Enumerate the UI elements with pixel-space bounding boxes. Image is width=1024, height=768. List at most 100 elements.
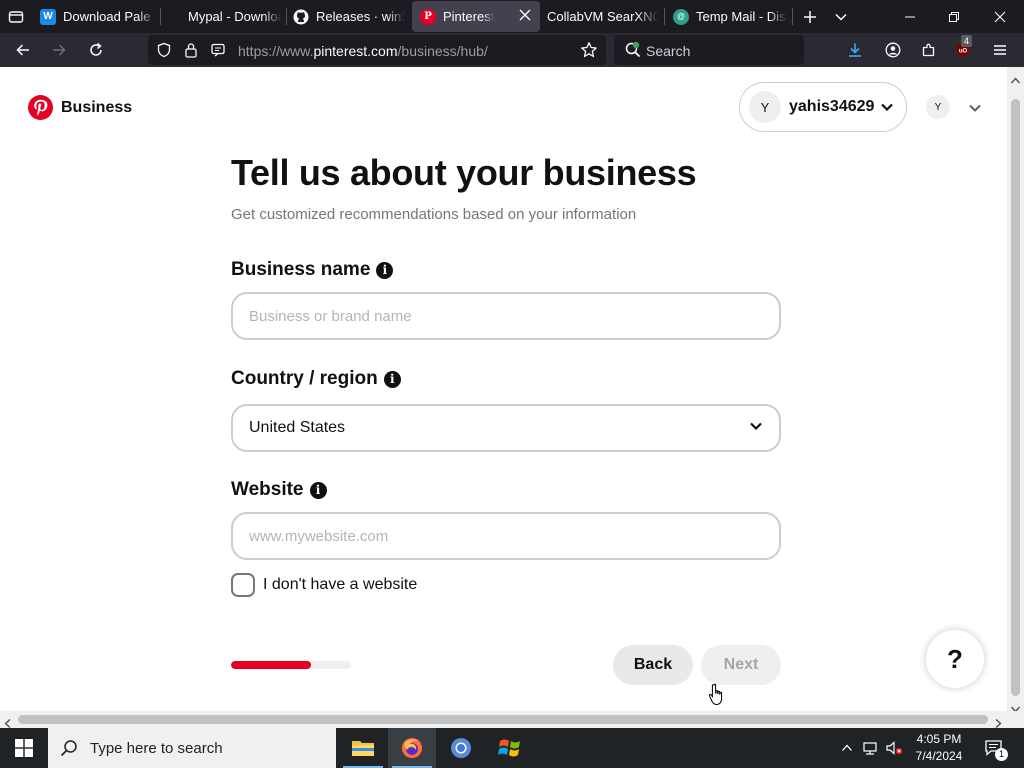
avatar-small[interactable]: Y xyxy=(926,95,950,119)
browser-navbar: https://www.pinterest.com/business/hub/ … xyxy=(0,33,1024,67)
tempmail-icon: @ xyxy=(673,8,689,25)
next-button[interactable]: Next xyxy=(701,645,781,685)
notifications-icon[interactable]: 1 xyxy=(980,728,1008,768)
tab-pinterest[interactable]: P Pinterest xyxy=(412,1,540,32)
list-all-tabs-icon[interactable] xyxy=(829,0,853,33)
country-region-value: United States xyxy=(249,419,346,436)
business-name-label: Business name i xyxy=(231,259,394,281)
country-region-select[interactable]: United States xyxy=(231,404,781,452)
no-website-checkbox[interactable] xyxy=(231,573,255,597)
tab-collabvm-searxng[interactable]: CollabVM SearXNG xyxy=(547,0,659,33)
progress-fill xyxy=(231,661,312,669)
chevron-up-icon[interactable] xyxy=(838,728,856,768)
scroll-up-icon[interactable] xyxy=(1010,71,1021,89)
info-icon[interactable]: i xyxy=(376,261,394,279)
tab-download-pale-moon[interactable]: W Download Pale Moon xyxy=(40,0,156,33)
pinterest-logo-icon xyxy=(28,95,53,120)
account-username: yahis34629 xyxy=(789,98,875,115)
network-icon[interactable] xyxy=(860,728,880,768)
permissions-icon[interactable] xyxy=(210,42,226,63)
minimize-icon[interactable] xyxy=(888,0,932,33)
reload-icon[interactable] xyxy=(81,33,111,67)
hand-cursor-icon xyxy=(708,683,723,706)
tab-separator xyxy=(286,8,287,25)
info-icon[interactable]: i xyxy=(309,481,327,499)
svg-text:uO: uO xyxy=(959,49,968,55)
search-bar-label: Search xyxy=(646,43,691,59)
back-button[interactable]: Back xyxy=(613,645,693,685)
country-region-label: Country / region i xyxy=(231,368,401,390)
chevron-down-icon xyxy=(749,419,763,438)
downloads-icon[interactable] xyxy=(840,33,870,67)
tracking-protection-shield-icon[interactable] xyxy=(156,42,172,63)
tab-mypal[interactable]: Mypal - Download xyxy=(188,0,282,33)
tab-title: Download Pale Moon xyxy=(63,9,156,24)
pinterest-icon: P xyxy=(420,8,436,25)
chromium-icon[interactable] xyxy=(437,728,485,768)
new-tab-icon[interactable] xyxy=(798,0,822,33)
url-bar[interactable]: https://www.pinterest.com/business/hub/ xyxy=(148,35,606,65)
restore-icon[interactable] xyxy=(932,0,976,33)
info-icon[interactable]: i xyxy=(383,370,401,388)
pinterest-business-logo[interactable]: Business xyxy=(28,95,132,120)
clock-date: 7/4/2024 xyxy=(915,749,963,763)
no-website-option[interactable]: I don't have a website xyxy=(231,573,417,597)
taskbar-search-box[interactable]: Type here to search xyxy=(48,728,336,768)
firefox-view-icon[interactable] xyxy=(4,0,28,33)
account-icon[interactable] xyxy=(878,33,908,67)
system-clock[interactable]: 4:05 PM 7/4/2024 xyxy=(906,731,972,765)
website-input[interactable] xyxy=(231,512,781,560)
business-name-input[interactable] xyxy=(231,292,781,340)
url-domain: pinterest.com xyxy=(313,43,398,59)
lock-icon[interactable] xyxy=(184,42,198,63)
tab-releases[interactable]: Releases · win32ss xyxy=(293,0,405,33)
tab-temp-mail[interactable]: @ Temp Mail - Disposable xyxy=(673,0,787,33)
country-region-label-text: Country / region xyxy=(231,368,378,389)
file-explorer-icon[interactable] xyxy=(339,728,387,768)
help-button[interactable]: ? xyxy=(926,630,984,688)
close-tab-icon[interactable] xyxy=(518,8,532,25)
tab-title: Mypal - Download xyxy=(188,9,282,24)
avatar: Y xyxy=(749,91,781,123)
windows-start-icon[interactable] xyxy=(0,728,48,768)
website-label-text: Website xyxy=(231,479,304,500)
account-switcher[interactable]: Y yahis34629 xyxy=(739,82,907,132)
search-bar[interactable]: Search xyxy=(614,35,804,65)
tab-title: Releases · win32ss xyxy=(316,9,405,24)
vertical-scroll-thumb[interactable] xyxy=(1011,99,1020,696)
search-icon xyxy=(60,739,78,757)
tab-title: CollabVM SearXNG xyxy=(547,9,659,24)
tab-title: Temp Mail - Disposable xyxy=(696,9,787,24)
volume-muted-icon[interactable] xyxy=(884,728,904,768)
brand-label: Business xyxy=(61,98,133,116)
extensions-puzzle-icon[interactable] xyxy=(914,33,944,67)
github-icon xyxy=(293,9,309,25)
firefox-icon[interactable] xyxy=(388,728,436,768)
taskbar-search-placeholder: Type here to search xyxy=(90,739,223,757)
horizontal-scroll-thumb[interactable] xyxy=(18,715,988,724)
w-icon: W xyxy=(40,8,56,25)
extension-badge: 4 xyxy=(961,35,973,47)
account-menu-chevron-icon[interactable] xyxy=(968,101,982,120)
hamburger-menu-icon[interactable] xyxy=(985,33,1015,67)
bookmark-star-icon[interactable] xyxy=(580,41,598,64)
no-website-label[interactable]: I don't have a website xyxy=(263,576,417,594)
progress-bar xyxy=(231,661,351,669)
windows-xp-logo-icon[interactable] xyxy=(486,728,534,768)
url-text[interactable]: https://www.pinterest.com/business/hub/ xyxy=(238,43,488,59)
chevron-down-icon xyxy=(880,100,894,119)
back-arrow-icon[interactable] xyxy=(8,33,38,67)
browser-tab-strip: W Download Pale Moon Mypal - Download Re… xyxy=(0,0,1024,33)
close-window-icon[interactable] xyxy=(978,0,1022,33)
tab-separator xyxy=(160,8,161,25)
windows-taskbar: Type here to search 4:05 PM 7/4/2024 1 xyxy=(0,728,1024,768)
page-title: Tell us about your business xyxy=(231,152,697,193)
vertical-scrollbar[interactable] xyxy=(1007,67,1024,713)
tab-title: Pinterest xyxy=(443,9,495,24)
search-engine-icon[interactable] xyxy=(624,41,642,64)
clock-time: 4:05 PM xyxy=(916,732,962,746)
url-path: /business/hub/ xyxy=(397,43,488,59)
notification-count-badge: 1 xyxy=(995,748,1008,761)
horizontal-scrollbar[interactable] xyxy=(0,711,1024,729)
forward-arrow-icon[interactable] xyxy=(44,33,74,67)
